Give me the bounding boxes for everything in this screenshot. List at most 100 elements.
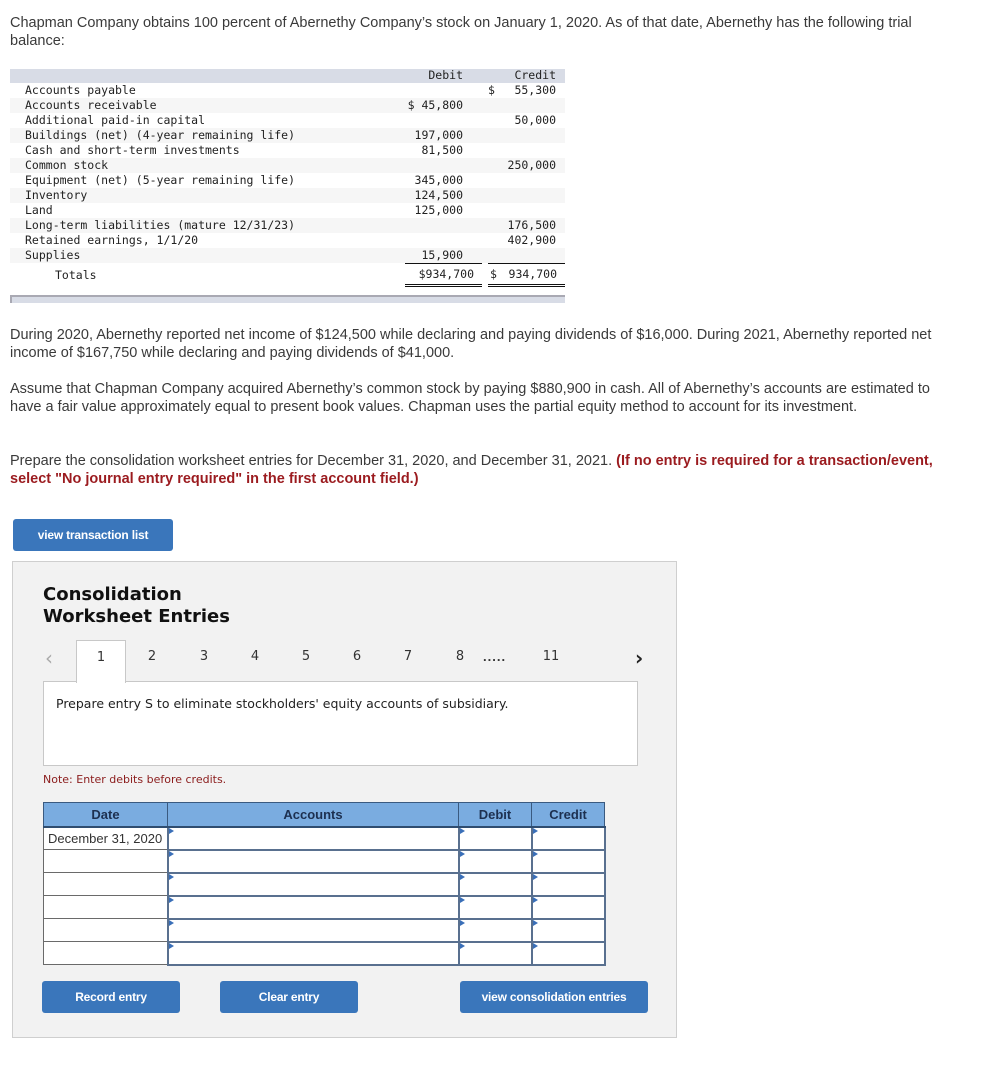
instructions-paragraph: Prepare the consolidation worksheet entr… [10, 452, 960, 488]
trial-balance-row: Retained earnings, 1/1/20 402,900 [10, 233, 565, 248]
trial-balance-row: Additional paid-in capital 50,000 [10, 113, 565, 128]
account-name: Long-term liabilities (mature 12/31/23) [25, 218, 296, 232]
credit-input[interactable] [532, 827, 604, 849]
page-tab-3[interactable]: 3 [179, 640, 229, 682]
journal-row [43, 940, 606, 966]
credit-cell[interactable] [530, 894, 606, 920]
account-name: Common stock [25, 158, 109, 172]
account-select[interactable] [166, 848, 460, 874]
credit-cell[interactable] [530, 871, 606, 897]
account-select[interactable] [166, 871, 460, 897]
trial-balance-row: Inventory 124,500 [10, 188, 565, 203]
credit-input[interactable] [532, 873, 604, 895]
debit-cell[interactable] [457, 848, 533, 874]
trial-balance-row: Long-term liabilities (mature 12/31/23) 1… [10, 218, 565, 233]
entry-pager: ‹ 12345678 ..... 11 › [43, 640, 653, 683]
trial-balance-row: Accounts receivable $ 45,800 [10, 98, 565, 113]
worksheet-title-line2: Worksheet Entries [43, 606, 230, 627]
credit-cell[interactable] [530, 825, 606, 851]
total-debit: $934,700 [405, 263, 482, 287]
page-tab-11[interactable]: 11 [526, 640, 576, 682]
account-name: Buildings (net) (4-year remaining life) [25, 128, 296, 142]
date-cell [43, 941, 168, 965]
debit-input[interactable] [459, 850, 531, 872]
trial-balance-header: Debit Credit [10, 68, 565, 83]
credit-input[interactable] [532, 942, 604, 964]
dropdown-indicator-icon [168, 873, 174, 880]
account-input[interactable] [168, 919, 458, 941]
dropdown-indicator-icon [168, 896, 174, 903]
account-input[interactable] [168, 850, 458, 872]
view-consolidation-entries-button[interactable]: view consolidation entries [460, 981, 648, 1013]
debit-cell[interactable] [457, 825, 533, 851]
account-select[interactable] [166, 825, 460, 851]
trial-balance-row: Accounts payable $55,300 [10, 83, 565, 98]
journal-row [43, 848, 606, 874]
page-tab-4[interactable]: 4 [230, 640, 280, 682]
account-input[interactable] [168, 942, 458, 964]
dropdown-indicator-icon [459, 873, 465, 880]
total-credit-value: 934,700 [508, 267, 557, 281]
account-input[interactable] [168, 827, 458, 849]
date-cell [43, 872, 168, 896]
debit-input[interactable] [459, 919, 531, 941]
journal-row [43, 917, 606, 943]
trial-balance-row: Supplies 15,900 [10, 248, 565, 263]
account-name: Equipment (net) (5-year remaining life) [25, 173, 296, 187]
debit-input[interactable] [459, 827, 531, 849]
trial-balance-row: Land 125,000 [10, 203, 565, 218]
credit-cell[interactable] [530, 848, 606, 874]
debit-header: Debit [428, 68, 463, 82]
dropdown-indicator-icon [459, 919, 465, 926]
page-tab-5[interactable]: 5 [281, 640, 331, 682]
account-select[interactable] [166, 917, 460, 943]
debit-amount: 81,500 [421, 143, 463, 157]
account-input[interactable] [168, 896, 458, 918]
debit-amount: 124,500 [414, 188, 463, 202]
date-cell [43, 918, 168, 942]
debit-amount: $ 45,800 [407, 98, 463, 112]
debit-amount: 125,000 [414, 203, 463, 217]
journal-row: December 31, 2020 [43, 825, 606, 851]
chevron-left-icon[interactable]: ‹ [45, 646, 53, 670]
record-entry-button[interactable]: Record entry [42, 981, 180, 1013]
debit-amount: 197,000 [414, 128, 463, 142]
clear-entry-button[interactable]: Clear entry [220, 981, 358, 1013]
debit-input[interactable] [459, 873, 531, 895]
credit-header: Credit [514, 68, 556, 82]
trial-balance-row: Buildings (net) (4-year remaining life) 1… [10, 128, 565, 143]
credit-input[interactable] [532, 896, 604, 918]
chevron-right-icon[interactable]: › [635, 646, 643, 670]
view-transaction-list-button[interactable]: view transaction list [13, 519, 173, 551]
journal-row [43, 871, 606, 897]
account-select[interactable] [166, 894, 460, 920]
account-name: Supplies [25, 248, 81, 262]
dropdown-indicator-icon [459, 827, 465, 834]
totals-label: Totals [55, 268, 97, 282]
debit-cell[interactable] [457, 917, 533, 943]
page-tab-2[interactable]: 2 [127, 640, 177, 682]
credit-cell[interactable] [530, 940, 606, 966]
date-cell [43, 849, 168, 873]
debit-input[interactable] [459, 942, 531, 964]
debit-cell[interactable] [457, 940, 533, 966]
debit-cell[interactable] [457, 894, 533, 920]
page-tab-6[interactable]: 6 [332, 640, 382, 682]
credit-input[interactable] [532, 919, 604, 941]
credit-column-header: Credit [531, 802, 605, 828]
debit-cell[interactable] [457, 871, 533, 897]
date-cell [43, 895, 168, 919]
date-cell: December 31, 2020 [43, 826, 168, 850]
pager-ellipsis: ..... [483, 649, 507, 664]
debit-input[interactable] [459, 896, 531, 918]
account-select[interactable] [166, 940, 460, 966]
page-tab-7[interactable]: 7 [383, 640, 433, 682]
credit-input[interactable] [532, 850, 604, 872]
credit-cell[interactable] [530, 917, 606, 943]
page-tab-8[interactable]: 8 [435, 640, 485, 682]
account-input[interactable] [168, 873, 458, 895]
trial-balance-row: Cash and short-term investments 81,500 [10, 143, 565, 158]
page-tab-1[interactable]: 1 [76, 640, 126, 683]
worksheet-title-line1: Consolidation [43, 584, 182, 605]
account-name: Additional paid-in capital [25, 113, 206, 127]
